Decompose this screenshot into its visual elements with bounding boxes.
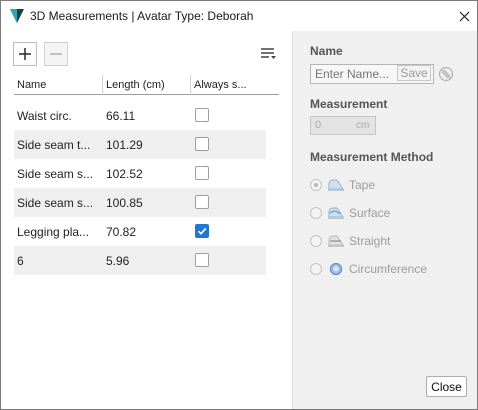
column-divider[interactable] [190,75,191,95]
always-show-checkbox[interactable] [195,137,209,151]
window-close-button[interactable] [452,5,476,27]
always-show-checkbox[interactable] [195,195,209,209]
measurements-dialog: 3D Measurements | Avatar Type: Deborah N… [0,0,478,410]
checkmark-icon [197,227,207,235]
row-name: Side seam s... [17,167,94,181]
row-name: Waist circ. [17,109,72,123]
table-row[interactable]: Side seam s... 102.52 [14,159,266,188]
always-show-checkbox[interactable] [195,108,209,122]
column-header-length[interactable]: Length (cm) [106,79,165,91]
surface-measure-icon [328,207,344,219]
table-row[interactable]: Waist circ. 66.11 [14,101,266,130]
method-option-circumference[interactable]: Circumference [310,260,470,278]
column-divider[interactable] [102,75,103,95]
measurement-field[interactable]: 0 cm [310,116,376,135]
row-length: 66.11 [106,109,136,123]
window-title: 3D Measurements | Avatar Type: Deborah [30,9,254,23]
row-name: Legging pla... [17,225,90,239]
column-header-always-show[interactable]: Always s... [194,79,279,91]
circumference-icon [329,262,343,276]
tape-measure-icon [328,179,344,191]
row-length: 5.96 [106,254,130,268]
method-radio[interactable] [310,235,322,247]
measurement-details-pane: Name Save Measurement 0 cm Measurement M… [293,31,477,409]
table-row[interactable]: Legging pla... 70.82 [14,217,266,246]
app-logo-icon [10,9,24,23]
save-button[interactable]: Save [397,65,431,81]
straight-measure-icon [328,235,344,247]
table-header: Name Length (cm) Always s... [14,75,279,95]
remove-measurement-button[interactable] [44,42,68,66]
close-icon [459,11,469,21]
list-menu-icon[interactable] [258,45,278,63]
minus-icon [50,53,62,55]
row-length: 102.52 [106,167,143,181]
measurement-unit: cm [356,120,370,131]
row-name: Side seam t... [17,138,91,152]
row-name: 6 [17,254,24,268]
row-length: 101.29 [106,138,143,152]
table-row[interactable]: 6 5.96 [14,246,266,275]
table-row[interactable]: Side seam s... 100.85 [14,188,266,217]
method-label: Surface [349,206,391,220]
method-option-straight[interactable]: Straight [310,232,470,250]
method-radio[interactable] [310,263,322,275]
measurement-method-label: Measurement Method [310,150,434,164]
always-show-checkbox[interactable] [195,166,209,180]
measurement-value: 0 [315,119,322,131]
add-measurement-button[interactable] [13,42,37,66]
table-row[interactable]: Side seam t... 101.29 [14,130,266,159]
title-bar: 3D Measurements | Avatar Type: Deborah [1,1,477,31]
plus-icon [19,48,31,60]
method-radio[interactable] [310,179,322,191]
close-button[interactable]: Close [426,376,467,397]
method-option-tape[interactable]: Tape [310,176,470,194]
method-radio[interactable] [310,207,322,219]
method-label: Circumference [349,262,428,276]
measurement-list-pane: Name Length (cm) Always s... Waist circ.… [2,31,292,409]
row-length: 70.82 [106,225,137,239]
disabled-clear-icon[interactable] [438,66,454,82]
always-show-checkbox[interactable] [195,253,209,267]
column-header-name[interactable]: Name [17,79,46,91]
always-show-checkbox[interactable] [195,224,209,238]
row-length: 100.85 [106,196,143,210]
method-label: Tape [349,178,376,192]
method-option-surface[interactable]: Surface [310,204,470,222]
name-label: Name [310,44,343,58]
method-label: Straight [349,234,391,248]
row-name: Side seam s... [17,196,94,210]
measurement-label: Measurement [310,97,388,111]
